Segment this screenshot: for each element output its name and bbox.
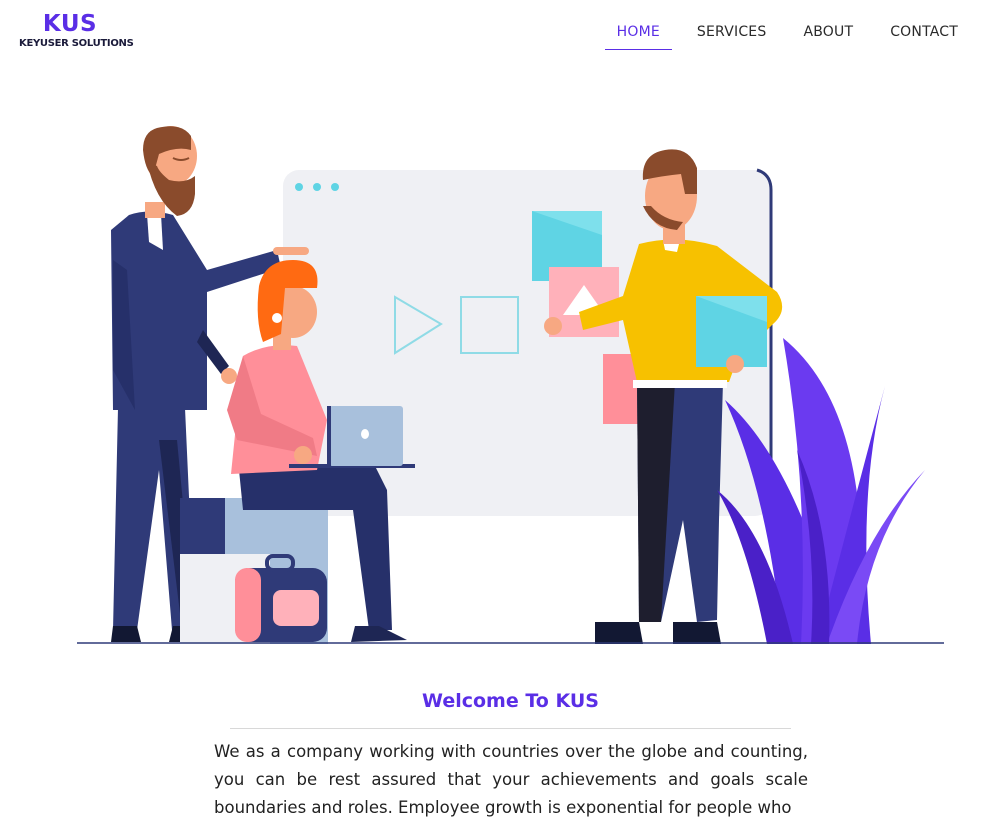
nav-services[interactable]: SERVICES <box>685 18 779 50</box>
nav-about[interactable]: ABOUT <box>791 18 865 50</box>
main-nav: HOME SERVICES ABOUT CONTACT <box>592 18 970 50</box>
hero-illustration <box>77 110 944 644</box>
welcome-divider <box>230 728 791 729</box>
logo-subtitle: KEYUSER SOLUTIONS <box>19 38 134 49</box>
logo[interactable]: KUS KEYUSER SOLUTIONS <box>19 10 134 50</box>
nav-contact[interactable]: CONTACT <box>878 18 970 50</box>
welcome-title: Welcome To KUS <box>422 690 599 712</box>
logo-title: KUS <box>42 11 98 37</box>
welcome-text: We as a company working with countries o… <box>214 742 808 817</box>
team-illustration-svg <box>77 126 944 644</box>
nav-home[interactable]: HOME <box>604 18 672 50</box>
